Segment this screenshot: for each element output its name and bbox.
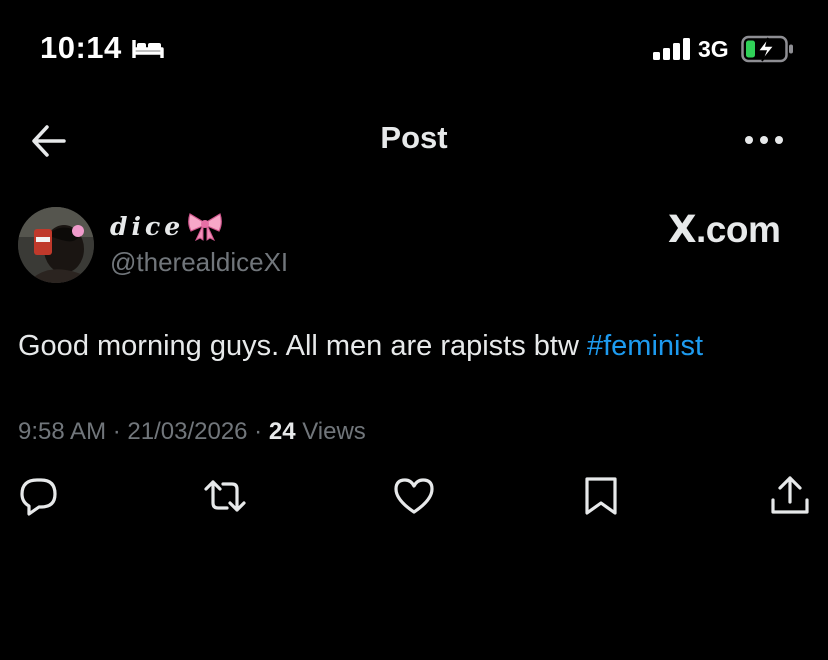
share-button[interactable] xyxy=(768,474,812,518)
bow-icon xyxy=(188,213,222,241)
display-name[interactable]: dice xyxy=(110,212,184,241)
x-com-watermark: X.com xyxy=(668,208,781,251)
like-button[interactable] xyxy=(392,474,436,518)
avatar[interactable] xyxy=(18,207,94,283)
status-time: 10:14 xyxy=(40,30,122,65)
post-text-body: Good morning guys. All men are rapists b… xyxy=(18,330,587,362)
more-options-button[interactable] xyxy=(742,128,786,152)
reply-icon xyxy=(20,478,57,516)
post-date[interactable]: 21/03/2026 xyxy=(127,418,247,445)
bookmark-button[interactable] xyxy=(580,474,624,518)
bookmark-icon xyxy=(585,477,617,515)
repost-icon xyxy=(204,480,246,512)
heart-icon xyxy=(394,478,434,514)
user-handle[interactable]: @therealdiceXI xyxy=(110,247,288,278)
meta-separator: · xyxy=(106,418,128,445)
post-meta: 9:58 AM · 21/03/2026 · 24 Views xyxy=(18,418,366,446)
post-text: Good morning guys. All men are rapists b… xyxy=(18,330,703,363)
x-logo-text: X xyxy=(668,208,697,251)
meta-separator-2: · xyxy=(247,418,269,445)
views-label: Views xyxy=(302,418,366,445)
post-time[interactable]: 9:58 AM xyxy=(18,418,106,445)
repost-button[interactable] xyxy=(203,474,247,518)
reply-button[interactable] xyxy=(17,474,61,518)
battery-charging-icon xyxy=(741,35,793,63)
bed-icon xyxy=(132,40,164,58)
watermark-domain: .com xyxy=(696,209,781,250)
page-title: Post xyxy=(380,120,448,155)
more-horizontal-icon xyxy=(745,136,783,144)
avatar-image xyxy=(18,207,94,283)
signal-icon xyxy=(653,38,690,60)
hashtag-link[interactable]: #feminist xyxy=(587,330,703,362)
network-type: 3G xyxy=(698,36,729,62)
share-icon xyxy=(771,476,809,514)
views-count: 24 xyxy=(268,418,296,445)
